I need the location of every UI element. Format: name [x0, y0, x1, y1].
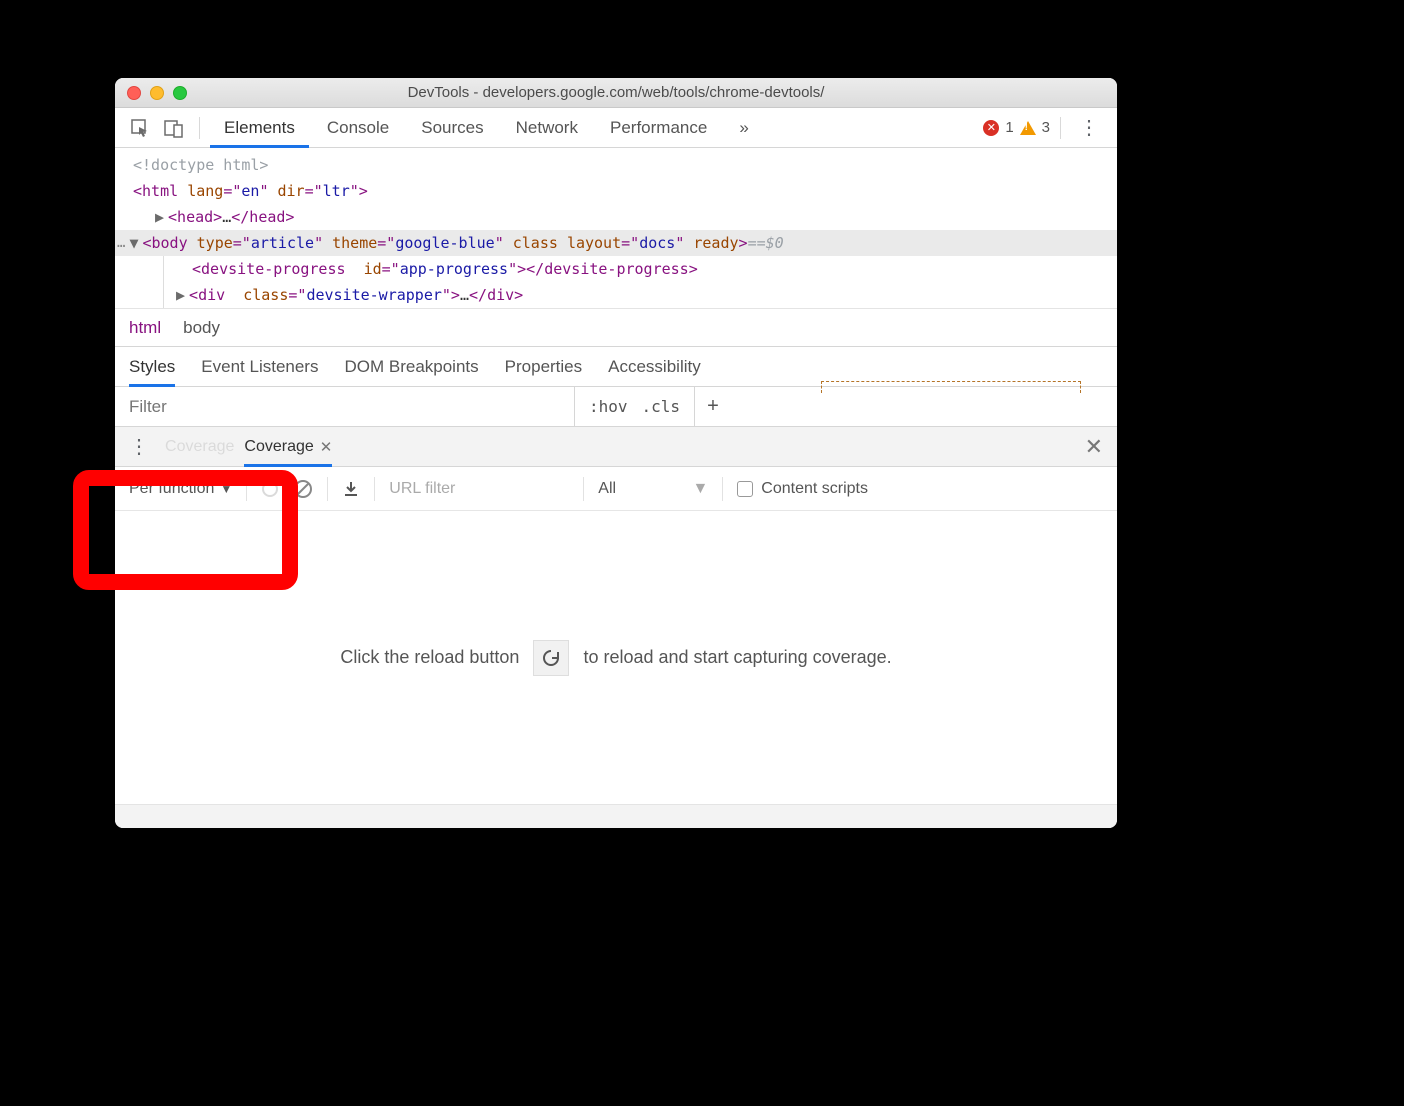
reload-button[interactable]	[533, 640, 569, 676]
div-wrapper-line[interactable]: ▶<div class="devsite-wrapper">…</div>	[163, 282, 1117, 308]
coverage-mode-label: Per function	[129, 480, 214, 498]
inspect-element-icon[interactable]	[125, 113, 155, 143]
collapse-icon[interactable]: ▼	[129, 230, 138, 256]
main-tabbar: Elements Console Sources Network Perform…	[115, 108, 1117, 148]
body-line-selected[interactable]: … ▼ <body type="article" theme="google-b…	[115, 230, 1117, 256]
styles-filter-input[interactable]	[115, 387, 575, 426]
subtab-styles[interactable]: Styles	[129, 347, 175, 387]
separator	[327, 477, 328, 501]
styles-filter-row: :hov .cls +	[115, 387, 1117, 427]
chevron-down-icon: ▼	[220, 482, 232, 496]
separator	[1060, 117, 1061, 139]
doctype-line: <!doctype html>	[133, 152, 1117, 178]
box-model-preview	[731, 387, 1117, 426]
drawer-tab-hidden[interactable]: Coverage	[165, 427, 234, 467]
warning-count: 3	[1042, 119, 1050, 136]
window-title: DevTools - developers.google.com/web/too…	[115, 84, 1117, 101]
cls-toggle[interactable]: .cls	[642, 397, 681, 416]
device-toolbar-icon[interactable]	[159, 113, 189, 143]
url-filter-input[interactable]	[389, 480, 569, 498]
breadcrumb-html[interactable]: html	[129, 318, 161, 338]
clear-icon[interactable]	[293, 479, 313, 499]
close-drawer-icon[interactable]: ✕	[1085, 434, 1103, 460]
warning-icon	[1020, 121, 1036, 135]
coverage-msg-after: to reload and start capturing coverage.	[583, 647, 891, 668]
separator	[722, 477, 723, 501]
expand-icon[interactable]: ▶	[155, 208, 164, 226]
tab-more[interactable]: »	[725, 108, 762, 148]
tab-performance[interactable]: Performance	[596, 108, 721, 148]
export-icon[interactable]	[342, 480, 360, 498]
error-count: 1	[1005, 119, 1013, 136]
coverage-empty-message: Click the reload button to reload and st…	[115, 511, 1117, 804]
new-style-rule-button[interactable]: +	[695, 387, 731, 426]
settings-menu-icon[interactable]: ⋮	[1071, 115, 1107, 140]
subtab-accessibility[interactable]: Accessibility	[608, 357, 701, 377]
separator	[583, 477, 584, 501]
subtab-event-listeners[interactable]: Event Listeners	[201, 357, 318, 377]
html-open-line: <html lang="en" dir="ltr">	[133, 178, 1117, 204]
hov-cls-toggles: :hov .cls	[575, 387, 695, 426]
tab-network[interactable]: Network	[502, 108, 592, 148]
progress-line[interactable]: <devsite-progress id="app-progress"></de…	[163, 256, 1117, 282]
head-line[interactable]: ▶<head>…</head>	[133, 204, 1117, 230]
footer-strip	[115, 804, 1117, 828]
coverage-toolbar: Per function ▼ All ▼ Content scripts	[115, 467, 1117, 511]
expand-icon[interactable]: ▶	[176, 286, 185, 304]
tab-console[interactable]: Console	[313, 108, 403, 148]
record-icon[interactable]	[261, 480, 279, 498]
separator	[374, 477, 375, 501]
breadcrumb[interactable]: html body	[115, 309, 1117, 347]
breadcrumb-body[interactable]: body	[183, 318, 220, 338]
separator	[199, 117, 200, 139]
hov-toggle[interactable]: :hov	[589, 397, 628, 416]
separator	[246, 477, 247, 501]
coverage-msg-before: Click the reload button	[340, 647, 519, 668]
coverage-type-dropdown[interactable]: All ▼	[598, 480, 708, 498]
drawer-tab-coverage[interactable]: Coverage ✕	[244, 427, 332, 467]
drawer-menu-icon[interactable]: ⋮	[129, 434, 155, 459]
checkbox-icon	[737, 481, 753, 497]
drawer-tabbar: ⋮ Coverage Coverage ✕ ✕	[115, 427, 1117, 467]
devtools-window: DevTools - developers.google.com/web/too…	[115, 78, 1117, 828]
subtab-properties[interactable]: Properties	[505, 357, 582, 377]
titlebar: DevTools - developers.google.com/web/too…	[115, 78, 1117, 108]
tab-elements[interactable]: Elements	[210, 108, 309, 148]
chevron-down-icon: ▼	[692, 480, 708, 498]
dom-tree[interactable]: <!doctype html> <html lang="en" dir="ltr…	[115, 148, 1117, 309]
margin-box-icon	[821, 381, 1081, 393]
reload-icon	[541, 648, 561, 668]
close-tab-icon[interactable]: ✕	[320, 438, 333, 456]
error-warning-summary[interactable]: ✕ 1 3	[983, 119, 1050, 136]
error-icon: ✕	[983, 120, 999, 136]
coverage-mode-dropdown[interactable]: Per function ▼	[129, 480, 232, 498]
subtab-dom-breakpoints[interactable]: DOM Breakpoints	[344, 357, 478, 377]
tab-sources[interactable]: Sources	[407, 108, 497, 148]
content-scripts-toggle[interactable]: Content scripts	[737, 480, 868, 498]
